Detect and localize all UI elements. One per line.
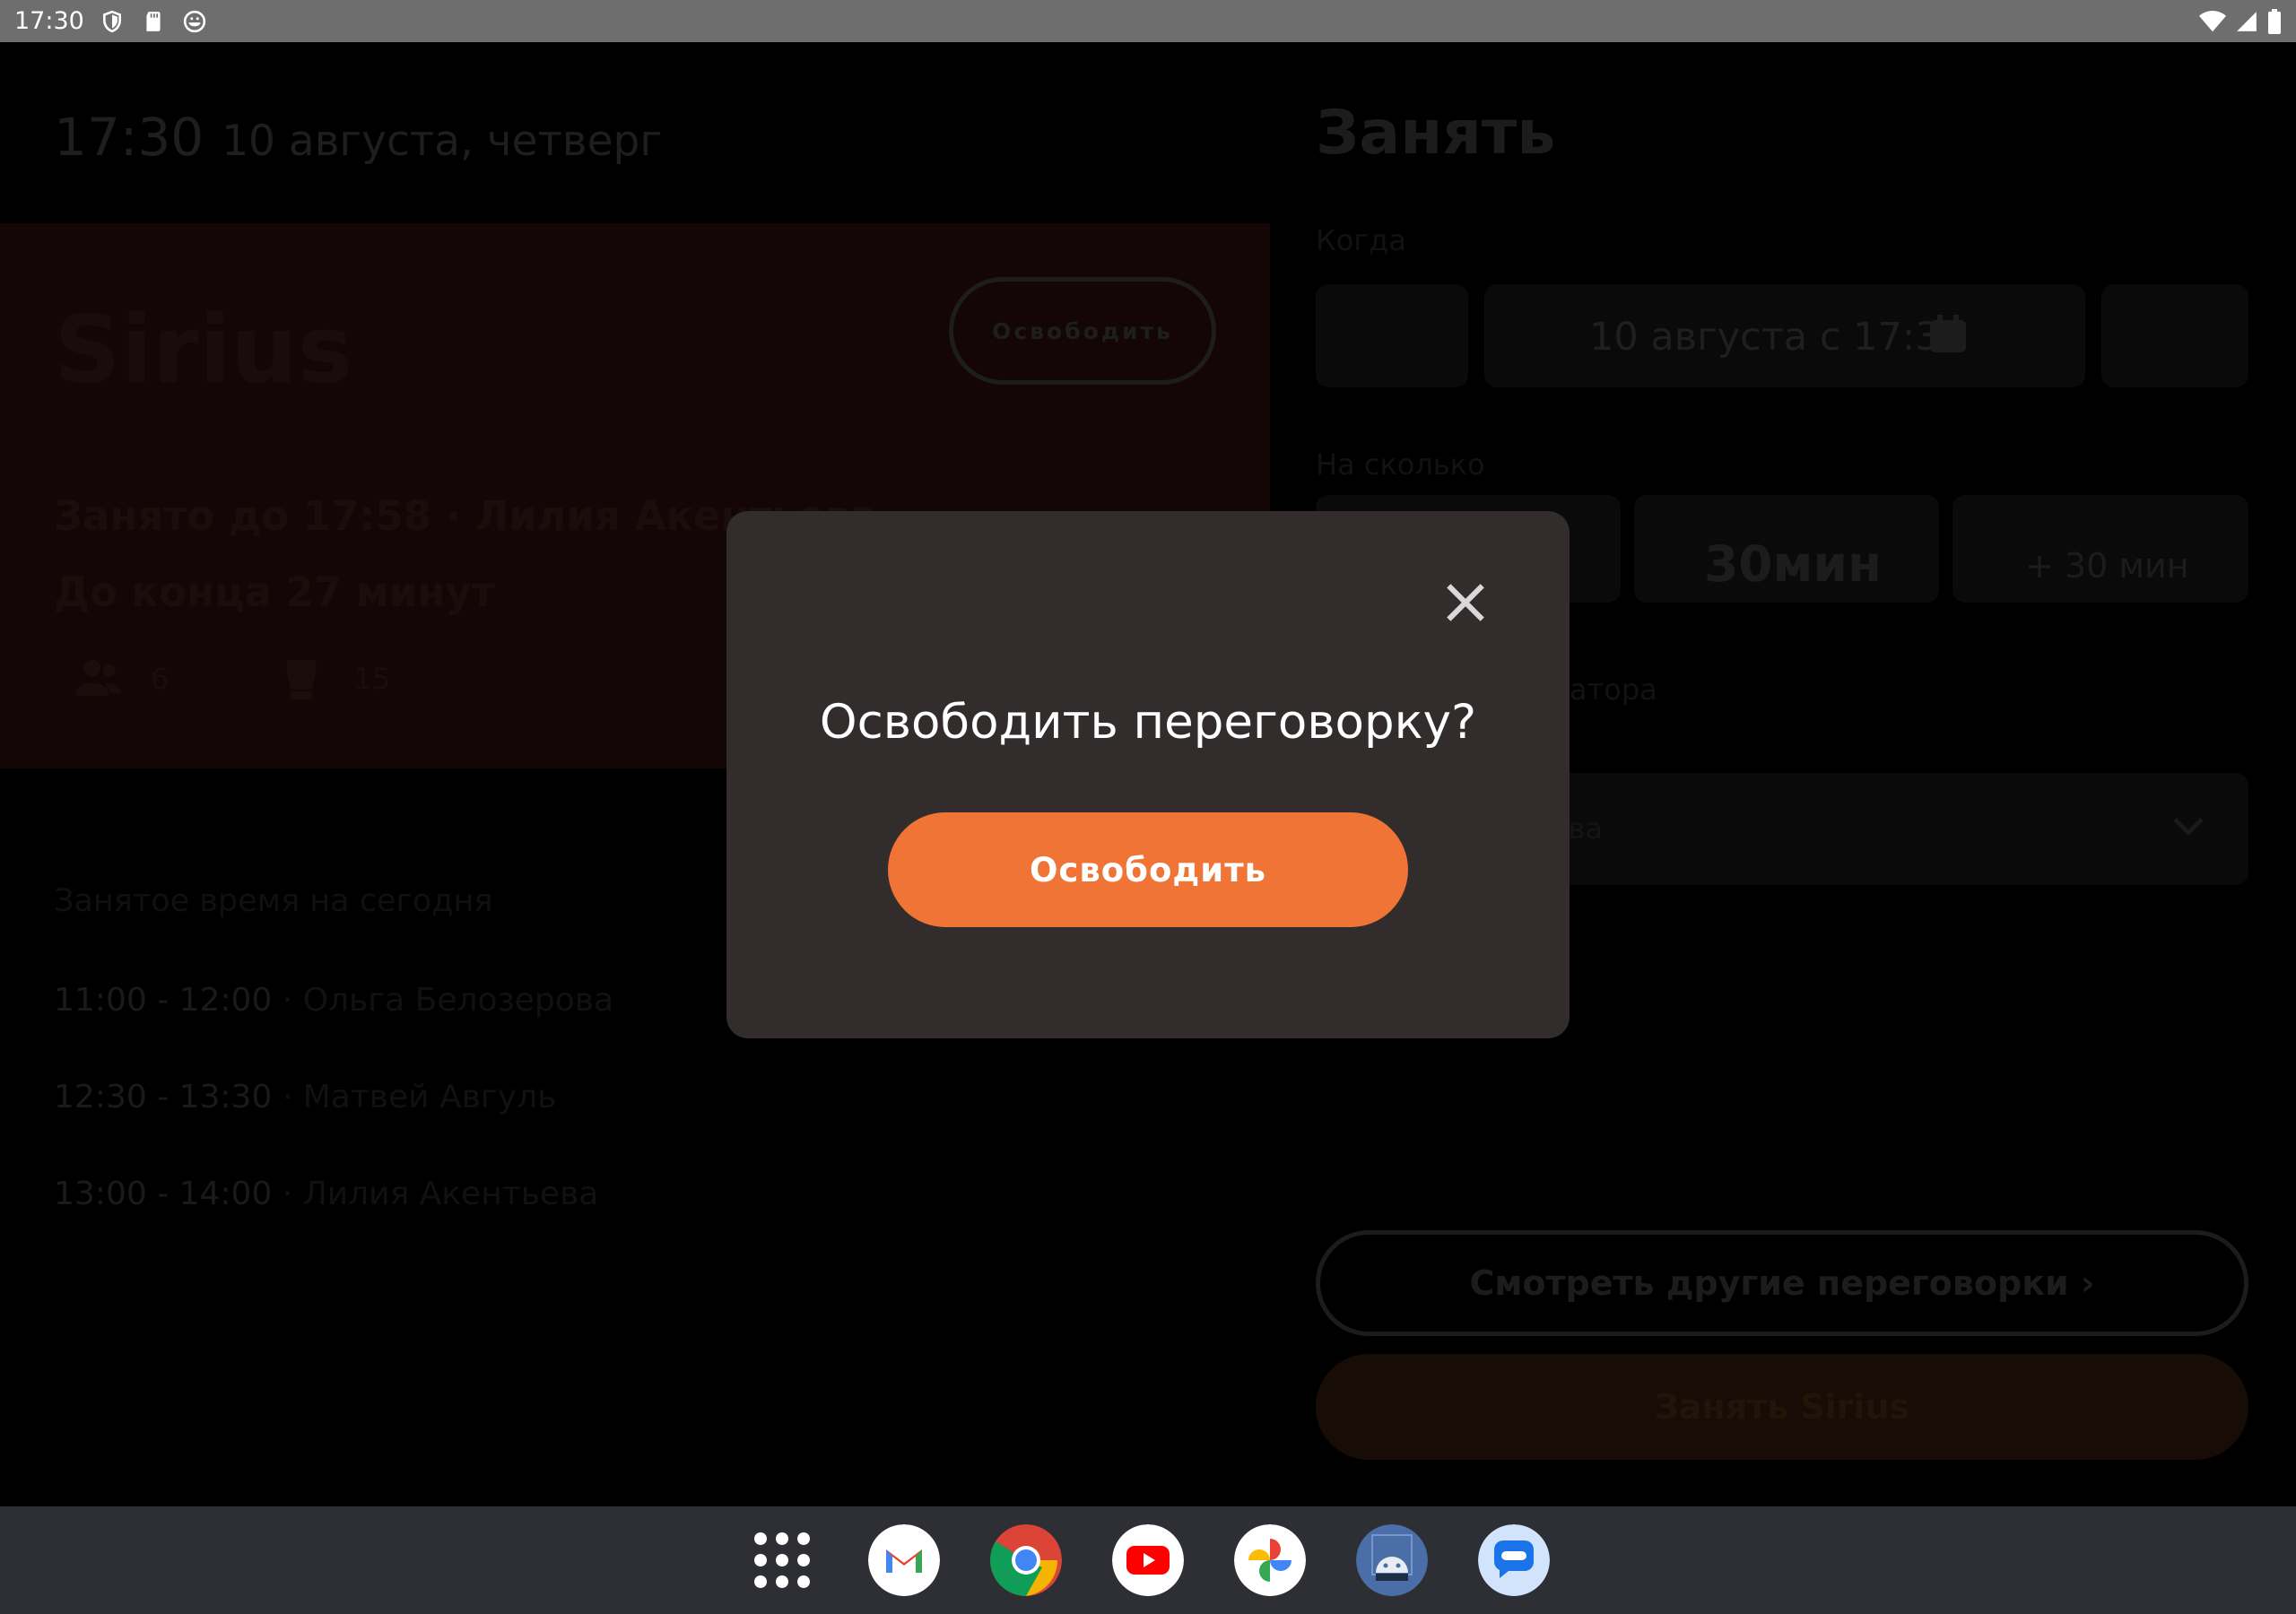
seat-icon <box>287 660 317 700</box>
booking-slot: 12:30 - 13:30 · Матвей Авгуль <box>54 1079 556 1115</box>
chevron-right-icon: › <box>2080 1263 2095 1303</box>
chrome-icon[interactable] <box>990 1524 1062 1596</box>
close-icon <box>1447 584 1484 621</box>
signal-icon <box>2237 11 2257 31</box>
taskbar <box>0 1506 2296 1614</box>
chevron-down-icon <box>2173 817 2204 837</box>
other-rooms-label: Смотреть другие переговорки <box>1469 1263 2069 1303</box>
dialog-question: Освободить переговорку? <box>819 695 1477 750</box>
wifi-icon <box>2199 10 2226 31</box>
when-label: Когда <box>1316 223 1406 257</box>
left-header: 17:30 10 августа, четверг <box>54 107 662 168</box>
photos-icon[interactable] <box>1234 1524 1306 1596</box>
slot-time: 12:30 - 13:30 <box>54 1079 273 1115</box>
room-name: Sirius <box>54 295 353 404</box>
people-icon <box>75 660 122 696</box>
current-date: 10 августа, четверг <box>222 117 663 166</box>
free-room-button[interactable]: Освободить <box>949 277 1216 385</box>
remaining-time-text: До конца 27 минут <box>54 568 495 616</box>
book-room-button[interactable]: Занять Sirius <box>1316 1354 2248 1460</box>
messages-icon[interactable] <box>1478 1524 1550 1596</box>
gmail-icon[interactable] <box>868 1524 940 1596</box>
app-drawer-button[interactable] <box>746 1524 818 1596</box>
booking-title: Занять <box>1316 98 1556 169</box>
booking-slot: 11:00 - 12:00 · Ольга Белозерова <box>54 982 613 1019</box>
capacity-value: 6 <box>151 662 170 696</box>
other-rooms-button[interactable]: Смотреть другие переговорки › <box>1316 1230 2248 1336</box>
room-stats: 6 15 <box>74 654 390 704</box>
duration-value: 30мин <box>1704 535 1883 593</box>
clock: 17:30 <box>54 107 204 168</box>
seats-value: 15 <box>353 662 391 696</box>
selected-date: 10 августа с 17:30 <box>1589 315 1965 360</box>
status-right <box>2199 8 2282 34</box>
status-time: 17:30 <box>14 7 84 35</box>
shield-icon <box>102 10 121 32</box>
calendar-icon <box>1930 315 1966 352</box>
youtube-icon[interactable] <box>1112 1524 1184 1596</box>
booking-slot: 13:00 - 14:00 · Лилия Акентьева <box>54 1176 598 1212</box>
duration-label: На сколько <box>1316 447 1485 482</box>
prev-date-button[interactable] <box>1316 284 1468 387</box>
confirm-release-button[interactable]: Освободить <box>888 812 1408 927</box>
slot-time: 11:00 - 12:00 <box>54 982 273 1019</box>
organizer-label: атора <box>1570 672 1657 707</box>
duration-plus-label: + 30 мин <box>2025 546 2189 586</box>
today-bookings-title: Занятое время на сегодня <box>54 883 493 919</box>
status-bar: 17:30 <box>0 0 2296 42</box>
slot-person: · Матвей Авгуль <box>272 1079 557 1115</box>
android-studio-icon[interactable] <box>1356 1524 1428 1596</box>
sd-card-icon <box>146 11 161 31</box>
app-notification-icon <box>183 10 205 32</box>
release-room-dialog: Освободить переговорку? Освободить <box>726 511 1570 1038</box>
close-dialog-button[interactable] <box>1428 565 1503 640</box>
slot-time: 13:00 - 14:00 <box>54 1176 273 1212</box>
slot-person: · Лилия Акентьева <box>272 1176 599 1212</box>
slot-person: · Ольга Белозерова <box>272 982 614 1019</box>
next-date-button[interactable] <box>2101 284 2248 387</box>
battery-icon <box>2268 8 2281 34</box>
